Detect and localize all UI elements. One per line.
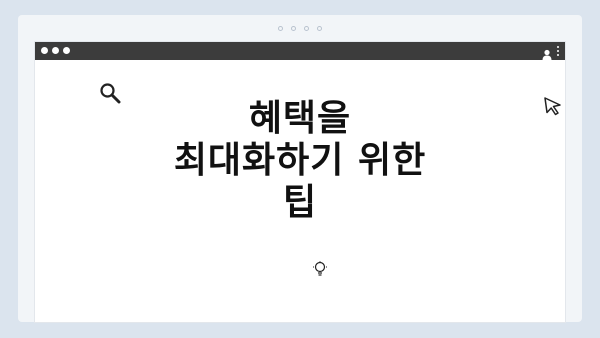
dot (317, 26, 322, 31)
titlebar-actions (542, 45, 559, 60)
minimize-dot-icon[interactable] (52, 47, 59, 54)
app-window: 혜택을 최대화하기 위한 팁 (34, 41, 566, 323)
window-titlebar (35, 42, 565, 60)
title-line-1: 혜택을 (248, 98, 352, 139)
dot (291, 26, 296, 31)
user-icon[interactable] (542, 45, 552, 60)
dot (278, 26, 283, 31)
close-dot-icon[interactable] (41, 47, 48, 54)
pagination-dots-icon (18, 26, 582, 31)
dot (304, 26, 309, 31)
kebab-menu-icon[interactable] (557, 45, 559, 56)
page-title: 혜택을 최대화하기 위한 팁 (35, 98, 565, 224)
browser-frame: 혜택을 최대화하기 위한 팁 (18, 15, 582, 323)
lightbulb-icon (313, 261, 327, 281)
title-line-3: 팁 (282, 182, 318, 223)
maximize-dot-icon[interactable] (63, 47, 70, 54)
window-controls-icon[interactable] (41, 47, 70, 54)
title-line-2: 최대화하기 위한 (173, 140, 427, 181)
